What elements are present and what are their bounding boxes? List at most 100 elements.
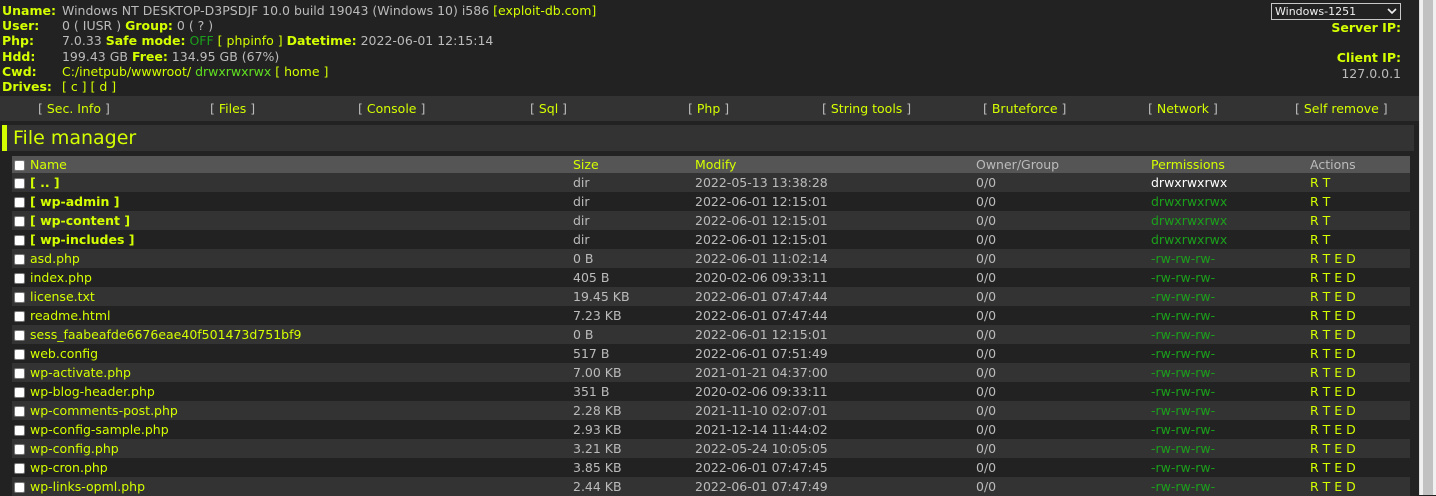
file-name-link[interactable]: wp-config.php	[30, 441, 119, 456]
drive-c-link[interactable]: [ c ]	[62, 79, 87, 94]
row-checkbox[interactable]	[14, 216, 25, 227]
scrollbar-thumb[interactable]	[1423, 0, 1433, 495]
permissions-link[interactable]: -rw-rw-rw-	[1151, 327, 1215, 342]
permissions-link[interactable]: -rw-rw-rw-	[1151, 384, 1215, 399]
file-permissions[interactable]: -rw-rw-rw-	[1151, 401, 1310, 420]
row-checkbox[interactable]	[14, 197, 25, 208]
file-permissions[interactable]: drwxrwxrwx	[1151, 230, 1310, 249]
actions-links[interactable]: R T E D	[1310, 460, 1356, 475]
row-checkbox[interactable]	[14, 406, 25, 417]
file-permissions[interactable]: -rw-rw-rw-	[1151, 325, 1310, 344]
permissions-link[interactable]: -rw-rw-rw-	[1151, 365, 1215, 380]
file-permissions[interactable]: drwxrwxrwx	[1151, 173, 1310, 192]
menu-self-remove[interactable]: [ Self remove ]	[1295, 101, 1388, 116]
actions-links[interactable]: R T	[1310, 194, 1330, 209]
file-permissions[interactable]: -rw-rw-rw-	[1151, 306, 1310, 325]
actions-links[interactable]: R T E D	[1310, 422, 1356, 437]
permissions-link[interactable]: -rw-rw-rw-	[1151, 308, 1215, 323]
file-permissions[interactable]: -rw-rw-rw-	[1151, 363, 1310, 382]
cwd-path-link[interactable]: C:/inetpub/wwwroot/	[62, 64, 191, 79]
row-checkbox[interactable]	[14, 292, 25, 303]
file-name-link[interactable]: [ wp-admin ]	[30, 194, 119, 209]
row-checkbox[interactable]	[14, 387, 25, 398]
file-name-link[interactable]: web.config	[30, 346, 98, 361]
permissions-link[interactable]: -rw-rw-rw-	[1151, 251, 1215, 266]
exploit-db-link[interactable]: [exploit-db.com]	[493, 3, 596, 18]
file-name-link[interactable]: [ .. ]	[30, 175, 60, 190]
file-permissions[interactable]: -rw-rw-rw-	[1151, 477, 1310, 496]
permissions-link[interactable]: drwxrwxrwx	[1151, 213, 1227, 228]
permissions-link[interactable]: -rw-rw-rw-	[1151, 270, 1215, 285]
actions-links[interactable]: R T E D	[1310, 403, 1356, 418]
row-checkbox[interactable]	[14, 235, 25, 246]
menu-files[interactable]: [ Files ]	[210, 101, 255, 116]
file-name-link[interactable]: asd.php	[30, 251, 80, 266]
actions-links[interactable]: R T E D	[1310, 251, 1356, 266]
actions-links[interactable]: R T E D	[1310, 289, 1356, 304]
row-checkbox[interactable]	[14, 254, 25, 265]
file-name-link[interactable]: index.php	[30, 270, 92, 285]
menu-console[interactable]: [ Console ]	[358, 101, 425, 116]
actions-links[interactable]: R T E D	[1310, 479, 1356, 494]
row-checkbox[interactable]	[14, 368, 25, 379]
actions-links[interactable]: R T E D	[1310, 384, 1356, 399]
file-name-link[interactable]: [ wp-includes ]	[30, 232, 134, 247]
file-permissions[interactable]: -rw-rw-rw-	[1151, 439, 1310, 458]
file-name-link[interactable]: wp-activate.php	[30, 365, 131, 380]
actions-links[interactable]: R T	[1310, 232, 1330, 247]
file-permissions[interactable]: -rw-rw-rw-	[1151, 268, 1310, 287]
actions-links[interactable]: R T E D	[1310, 365, 1356, 380]
file-permissions[interactable]: -rw-rw-rw-	[1151, 287, 1310, 306]
actions-links[interactable]: R T	[1310, 175, 1330, 190]
row-checkbox[interactable]	[14, 273, 25, 284]
actions-links[interactable]: R T E D	[1310, 270, 1356, 285]
col-modify[interactable]: Modify	[695, 156, 976, 173]
file-name-link[interactable]: sess_faabeafde6676eae40f501473d751bf9	[30, 327, 301, 342]
permissions-link[interactable]: -rw-rw-rw-	[1151, 422, 1215, 437]
row-checkbox[interactable]	[14, 463, 25, 474]
home-link[interactable]: [ home ]	[275, 64, 328, 79]
file-permissions[interactable]: drwxrwxrwx	[1151, 211, 1310, 230]
phpinfo-link[interactable]: [ phpinfo ]	[218, 33, 283, 48]
permissions-link[interactable]: drwxrwxrwx	[1151, 232, 1227, 247]
menu-sec-info[interactable]: [ Sec. Info ]	[38, 101, 110, 116]
row-checkbox[interactable]	[14, 330, 25, 341]
permissions-link[interactable]: -rw-rw-rw-	[1151, 346, 1215, 361]
col-size[interactable]: Size	[573, 156, 695, 173]
file-name-link[interactable]: [ wp-content ]	[30, 213, 130, 228]
permissions-link[interactable]: -rw-rw-rw-	[1151, 441, 1215, 456]
col-permissions[interactable]: Permissions	[1151, 156, 1310, 173]
file-permissions[interactable]: -rw-rw-rw-	[1151, 420, 1310, 439]
file-name-link[interactable]: wp-config-sample.php	[30, 422, 169, 437]
file-name-link[interactable]: wp-comments-post.php	[30, 403, 178, 418]
permissions-link[interactable]: -rw-rw-rw-	[1151, 289, 1215, 304]
file-name-link[interactable]: wp-cron.php	[30, 460, 108, 475]
file-permissions[interactable]: -rw-rw-rw-	[1151, 458, 1310, 477]
row-checkbox[interactable]	[14, 444, 25, 455]
actions-links[interactable]: R T E D	[1310, 441, 1356, 456]
scrollbar[interactable]	[1419, 0, 1436, 495]
menu-php[interactable]: [ Php ]	[688, 101, 729, 116]
row-checkbox[interactable]	[14, 425, 25, 436]
menu-bruteforce[interactable]: [ Bruteforce ]	[983, 101, 1066, 116]
permissions-link[interactable]: -rw-rw-rw-	[1151, 460, 1215, 475]
file-permissions[interactable]: -rw-rw-rw-	[1151, 249, 1310, 268]
file-permissions[interactable]: -rw-rw-rw-	[1151, 344, 1310, 363]
file-name-link[interactable]: license.txt	[30, 289, 95, 304]
menu-string-tools[interactable]: [ String tools ]	[822, 101, 911, 116]
permissions-link[interactable]: -rw-rw-rw-	[1151, 403, 1215, 418]
menu-network[interactable]: [ Network ]	[1148, 101, 1218, 116]
actions-links[interactable]: R T E D	[1310, 346, 1356, 361]
encoding-select[interactable]: Windows-1251	[1271, 3, 1401, 20]
actions-links[interactable]: R T E D	[1310, 327, 1356, 342]
file-permissions[interactable]: -rw-rw-rw-	[1151, 382, 1310, 401]
actions-links[interactable]: R T	[1310, 213, 1330, 228]
permissions-link[interactable]: drwxrwxrwx	[1151, 175, 1227, 190]
permissions-link[interactable]: drwxrwxrwx	[1151, 194, 1227, 209]
row-checkbox[interactable]	[14, 178, 25, 189]
row-checkbox[interactable]	[14, 482, 25, 493]
menu-sql[interactable]: [ Sql ]	[530, 101, 567, 116]
permissions-link[interactable]: -rw-rw-rw-	[1151, 479, 1215, 494]
actions-links[interactable]: R T E D	[1310, 308, 1356, 323]
drive-d-link[interactable]: [ d ]	[91, 79, 117, 94]
